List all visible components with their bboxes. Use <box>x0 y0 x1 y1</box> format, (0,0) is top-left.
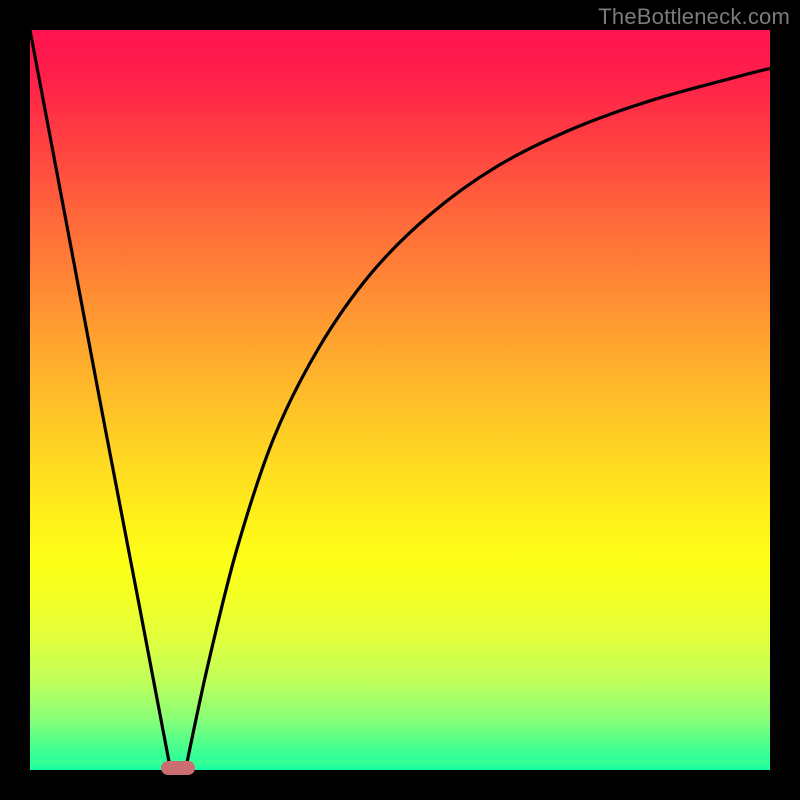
chart-frame: TheBottleneck.com <box>0 0 800 800</box>
right-branch-line <box>185 69 770 771</box>
minimum-marker <box>161 761 195 775</box>
watermark-text: TheBottleneck.com <box>598 4 790 30</box>
chart-curves <box>30 30 770 770</box>
left-branch-line <box>30 30 171 770</box>
